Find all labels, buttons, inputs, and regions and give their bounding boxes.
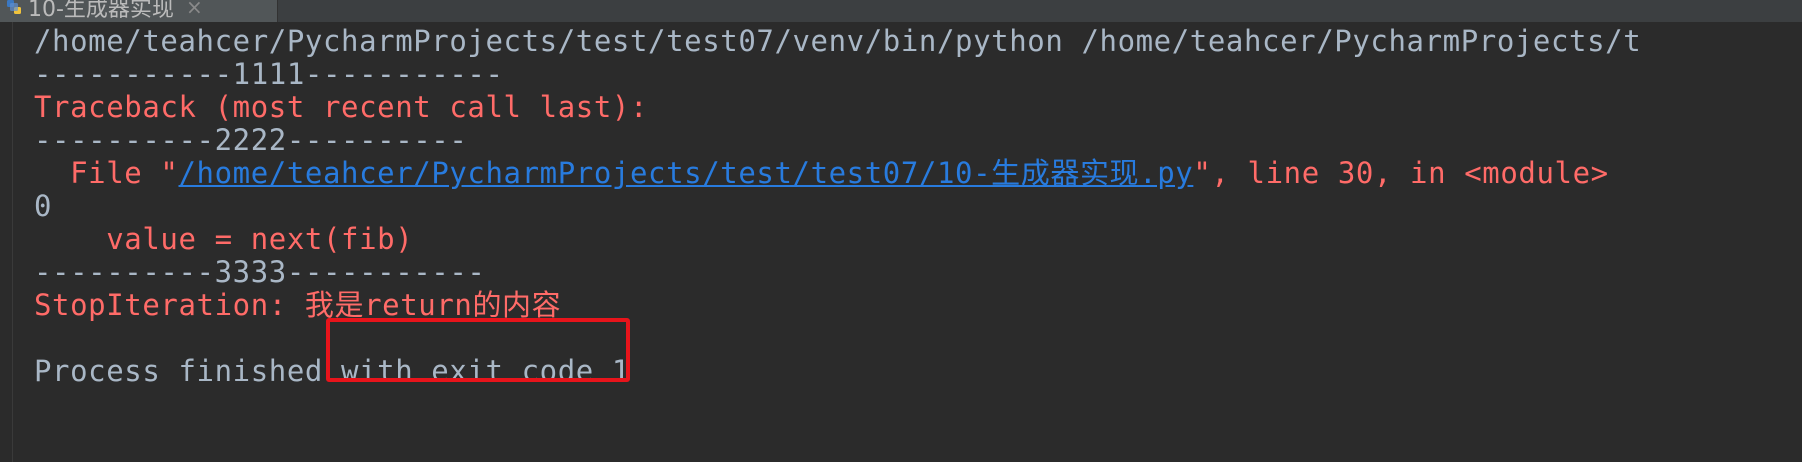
file-prefix: File " — [34, 156, 179, 190]
console-line-file: File "/home/teahcer/PycharmProjects/test… — [34, 154, 1609, 192]
file-suffix: ", line 30, in <module> — [1193, 156, 1609, 190]
tab-generator-file[interactable]: 10-生成器实现 × — [0, 0, 278, 22]
close-icon[interactable]: × — [186, 0, 203, 19]
file-path-link[interactable]: /home/teahcer/PycharmProjects/test/test0… — [178, 156, 1193, 190]
console-gutter — [12, 22, 13, 462]
console-line-process-finished: Process finished with exit code 1 — [34, 354, 630, 388]
tab-title: 10-生成器实现 — [28, 0, 174, 22]
editor-tab-bar: 10-生成器实现 × — [0, 0, 1802, 22]
console-line-stopiteration: StopIteration: 我是return的内容 — [34, 288, 562, 322]
python-file-icon — [7, 0, 21, 14]
run-console: /home/teahcer/PycharmProjects/test/test0… — [0, 22, 1802, 462]
